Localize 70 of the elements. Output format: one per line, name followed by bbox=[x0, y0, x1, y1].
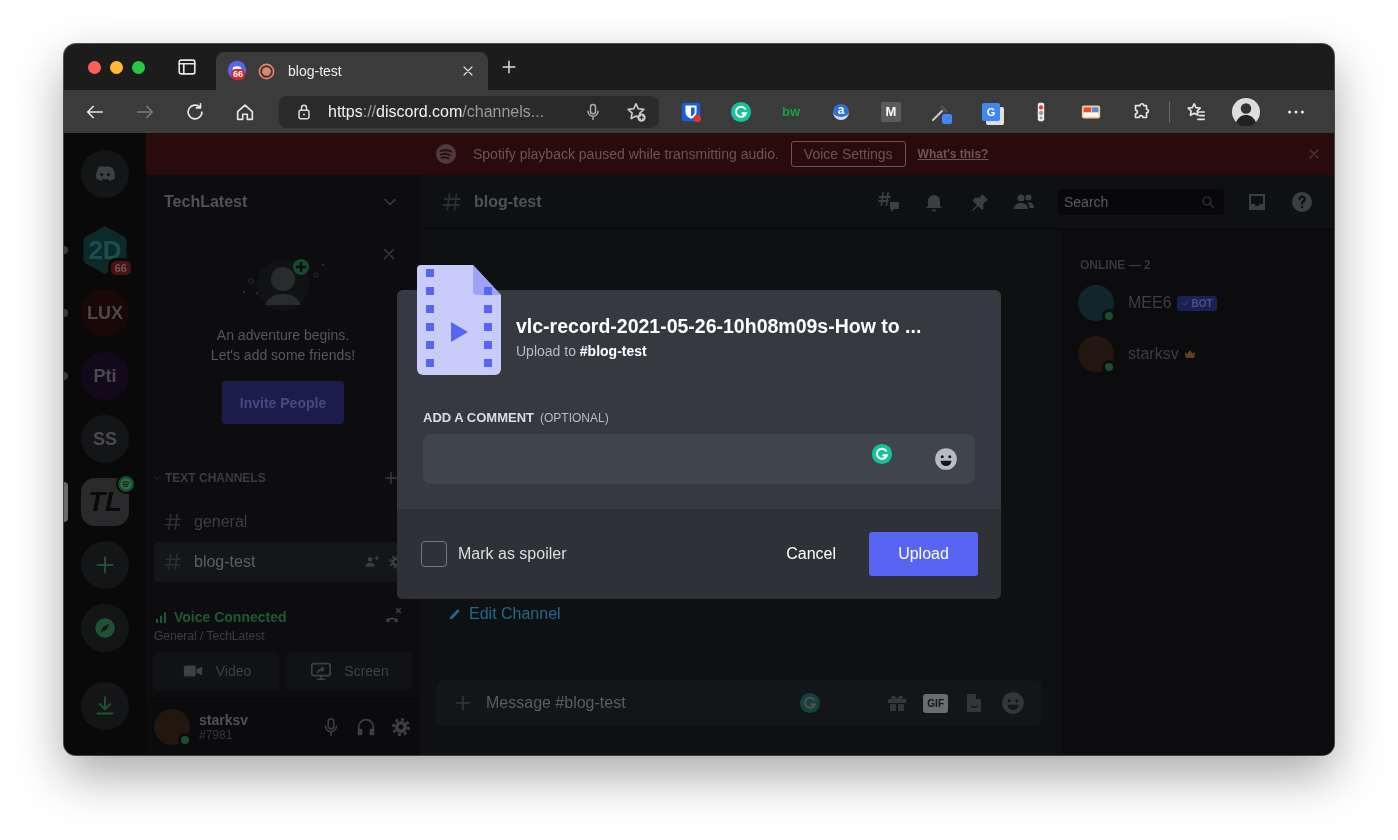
message-field[interactable]: Message #blog-test GIF bbox=[436, 680, 1042, 726]
spoiler-label[interactable]: Mark as spoiler bbox=[458, 545, 567, 563]
browser-tab[interactable]: 66 blog-test bbox=[216, 52, 488, 90]
voice-settings-button[interactable]: Voice Settings bbox=[790, 141, 906, 167]
speaker-icon bbox=[119, 477, 133, 491]
server-icon[interactable]: LUX bbox=[81, 289, 129, 337]
server-icon[interactable]: Pti bbox=[81, 352, 129, 400]
check-icon bbox=[1180, 298, 1190, 308]
reload-icon bbox=[184, 100, 206, 123]
explore-button[interactable] bbox=[81, 604, 129, 652]
file-name: vlc-record-2021-05-26-10h08m09s-How to ... bbox=[516, 314, 923, 339]
headphones-icon[interactable] bbox=[355, 716, 377, 738]
voice-status: Voice Connected bbox=[174, 609, 288, 625]
record-icon bbox=[257, 61, 276, 81]
threads-icon[interactable] bbox=[877, 189, 901, 214]
hash-icon bbox=[162, 551, 184, 573]
user-avatar bbox=[154, 709, 190, 745]
grammarly-icon[interactable] bbox=[871, 443, 893, 465]
upload-button[interactable]: Upload bbox=[869, 532, 978, 576]
search-field[interactable]: Search bbox=[1058, 188, 1224, 215]
comment-field[interactable] bbox=[423, 434, 975, 484]
shield-icon[interactable] bbox=[680, 100, 702, 123]
zoom-light[interactable] bbox=[132, 60, 145, 74]
address-bar[interactable]: https://discord.com/channels... bbox=[279, 95, 659, 128]
server-indicator bbox=[64, 372, 68, 380]
edit-channel-link[interactable]: Edit Channel bbox=[447, 605, 1042, 623]
tab-title: blog-test bbox=[288, 63, 343, 79]
url-text: https://discord.com/channels... bbox=[328, 102, 546, 121]
optional-hint: (OPTIONAL) bbox=[540, 411, 609, 425]
welcome-text: Let's add some friends! bbox=[210, 346, 356, 365]
hash-icon bbox=[162, 511, 184, 533]
close-light[interactable] bbox=[88, 60, 101, 74]
whats-this-link[interactable]: What's this? bbox=[917, 147, 989, 161]
server-indicator bbox=[64, 482, 68, 522]
server-name[interactable]: TechLatest bbox=[164, 193, 248, 211]
extension-logo[interactable]: bw bbox=[781, 104, 801, 119]
compass-icon bbox=[92, 615, 118, 641]
chevron-icon[interactable] bbox=[152, 473, 162, 483]
sidebar-toggle-icon[interactable] bbox=[176, 56, 198, 78]
notice-text: Spotify playback paused while transmitting audio. bbox=[473, 146, 779, 162]
minimize-light[interactable] bbox=[110, 60, 123, 74]
add-favorite-icon[interactable] bbox=[625, 100, 647, 123]
spoiler-checkbox[interactable] bbox=[421, 541, 447, 567]
extension-logo[interactable]: M bbox=[881, 101, 901, 122]
gif-button[interactable]: GIF bbox=[923, 693, 948, 713]
settings-icon[interactable] bbox=[390, 716, 412, 738]
field-label: ADD A COMMENT bbox=[423, 410, 534, 425]
add-channel-icon[interactable] bbox=[382, 469, 400, 487]
profile-avatar-icon[interactable] bbox=[1232, 97, 1260, 126]
screen-share-icon bbox=[310, 660, 333, 682]
mention-badge: 66 bbox=[107, 258, 134, 278]
download-button[interactable] bbox=[81, 682, 129, 730]
invite-icon[interactable] bbox=[364, 554, 380, 570]
search-icon bbox=[1200, 193, 1216, 210]
username: starksv bbox=[199, 712, 250, 728]
spotify-icon bbox=[434, 142, 458, 166]
server-indicator bbox=[64, 309, 68, 317]
cancel-button[interactable]: Cancel bbox=[786, 545, 836, 563]
notification-badge: 66 bbox=[231, 69, 245, 80]
upload-destination: Upload to #blog-test bbox=[516, 343, 648, 359]
favorites-icon[interactable] bbox=[1185, 100, 1207, 123]
server-indicator bbox=[64, 246, 68, 254]
emoji-icon[interactable] bbox=[933, 446, 959, 472]
help-icon[interactable] bbox=[1290, 189, 1314, 214]
welcome-text: An adventure begins. bbox=[215, 326, 351, 345]
extension-logo[interactable]: a bbox=[833, 103, 849, 120]
grammarly-icon[interactable] bbox=[730, 100, 752, 123]
video-file-icon bbox=[417, 265, 501, 375]
channel-name: blog-test bbox=[474, 192, 542, 211]
add-button[interactable] bbox=[81, 541, 129, 589]
